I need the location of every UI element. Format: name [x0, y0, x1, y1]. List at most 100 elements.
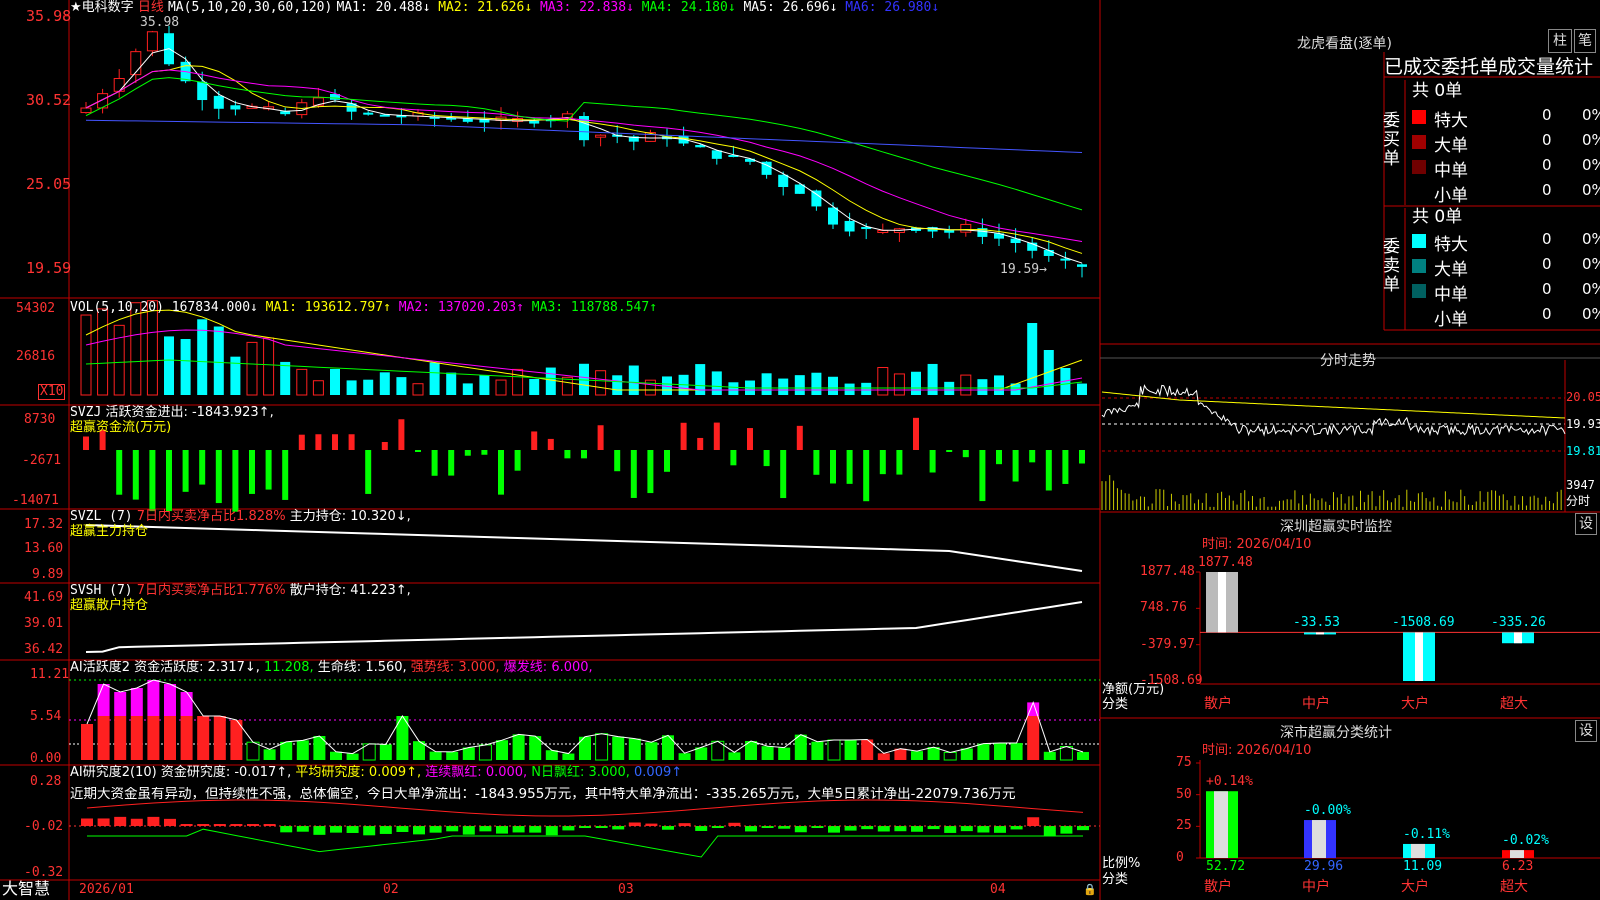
candle-down: [213, 95, 224, 109]
activity-bar-green: [379, 744, 392, 760]
svzl-axis-mid: 13.60: [24, 541, 64, 556]
flow-bar: [597, 425, 604, 450]
legend-swatch: [1412, 160, 1426, 174]
lhb-row-特大[interactable]: 特大 0 0%: [1412, 106, 1600, 131]
flow-bar: [664, 450, 670, 472]
sz-monitor-settings-button[interactable]: 设: [1575, 513, 1597, 535]
monitor-bar-shine: [1415, 632, 1423, 681]
vol-bar-down: [794, 375, 805, 395]
pen-mode-button[interactable]: 笔: [1574, 29, 1596, 53]
activity-bar-burst: [130, 688, 143, 716]
flow-bar: [1045, 450, 1052, 491]
period-label[interactable]: 日线: [138, 0, 164, 15]
research-bar: [994, 826, 1006, 833]
vol-bar-down: [828, 376, 838, 395]
monitor-cat-0: 散户: [1204, 696, 1232, 712]
candle-up: [960, 223, 972, 233]
flow-bar: [315, 434, 322, 450]
flow-bar: [132, 450, 139, 500]
research-bar: [164, 818, 176, 826]
ma-items-item-2: MA3: 22.838↓: [532, 0, 634, 15]
vol-bar-down: [180, 339, 191, 395]
lhb-row-小单[interactable]: 小单 0 0%: [1412, 305, 1600, 330]
lhb-row-中单[interactable]: 中单 0 0%: [1412, 280, 1600, 305]
monitor-axis-label-3: -1508.69: [1140, 673, 1203, 688]
vol-unit-badge[interactable]: X10: [38, 384, 66, 400]
svzl-header: SVZL (7) 7日内买卖净占比1.828% 主力持仓: 10.320↓,: [70, 510, 411, 524]
legend-swatch: [1412, 234, 1426, 248]
flow-bar: [381, 441, 388, 450]
lhb-row-label: 大单: [1434, 260, 1468, 280]
svzl-axis-bot: 9.89: [32, 567, 64, 582]
sz-class-settings-button[interactable]: 设: [1575, 720, 1597, 742]
ai2-comment: 近期大资金虽有异动，但持续性不强，总体偏空，今日大单净流出：-1843.955万…: [70, 787, 1016, 801]
lhb-tabs[interactable]: 已成交委托单成交量统计: [1384, 56, 1598, 78]
lhb-row-pct: 0%: [1582, 156, 1600, 174]
research-bar: [479, 826, 492, 832]
lhb-row-pct: 0%: [1582, 230, 1600, 248]
lhb-row-特大[interactable]: 特大 0 0%: [1412, 230, 1600, 255]
activity-bar-burst: [180, 692, 193, 716]
research-bar: [97, 818, 110, 826]
flow-bar: [282, 450, 289, 500]
monitor-cat-3: 超大: [1500, 696, 1528, 712]
vol-bar-down: [479, 375, 490, 395]
lock-icon[interactable]: 🔒: [1083, 883, 1097, 897]
flow-bar: [581, 450, 587, 459]
activity-bar-red: [164, 716, 176, 760]
intraday-axis-top: 20.05: [1566, 390, 1600, 404]
lhb-row-中单[interactable]: 中单 0 0%: [1412, 156, 1600, 181]
research-bar: [662, 826, 674, 830]
vol-bar-up: [960, 374, 972, 396]
activity-bar-red: [97, 716, 110, 760]
svzj-value: 活跃资金进出: -1843.923↑,: [105, 405, 274, 420]
sz-class-unit: 比例%: [1102, 856, 1141, 871]
activity-bar-green: [446, 751, 459, 760]
research-bar: [761, 826, 774, 828]
activity-bar-hollow: [1059, 746, 1073, 761]
vol-header: VOL(5,10,20) 167834.000↓ MA1: 193612.797…: [70, 301, 657, 315]
lhb-row-大单[interactable]: 大单 0 0%: [1412, 131, 1600, 156]
lhb-row-label: 小单: [1434, 186, 1468, 206]
research-bar: [81, 818, 93, 826]
class-bar-shine: [1214, 791, 1228, 858]
legend-swatch: [1412, 110, 1426, 124]
flow-bar: [249, 450, 255, 494]
lhb-row-小单[interactable]: 小单 0 0%: [1412, 181, 1600, 206]
activity-bar-green: [429, 751, 442, 760]
vol-bar-down: [728, 382, 739, 395]
activity-bar-green: [296, 740, 309, 760]
flow-bar: [630, 450, 637, 498]
star-icon[interactable]: ★: [70, 0, 82, 15]
class-axis-label-2: 25: [1176, 818, 1192, 834]
sz-class-unit2: 分类: [1102, 872, 1129, 887]
activity-bar-red: [130, 716, 143, 760]
vol-bar-down: [545, 367, 556, 395]
ma-items-item-4: MA5: 26.696↓: [735, 0, 838, 15]
flow-bar: [415, 450, 421, 452]
research-bar: [130, 818, 143, 826]
flow-bar: [713, 422, 720, 450]
research-bar: [1060, 826, 1073, 834]
vol-bar-up: [296, 368, 308, 396]
lhb-row-pct: 0%: [1582, 305, 1600, 323]
vol-bar-down: [761, 373, 772, 395]
flow-bar: [780, 450, 787, 499]
flow-bar: [531, 431, 538, 450]
lhb-row-大单[interactable]: 大单 0 0%: [1412, 255, 1600, 280]
activity-bar-green: [761, 746, 774, 760]
vol-bar-down: [861, 382, 872, 395]
activity-bar-red: [81, 724, 93, 760]
price-axis-tick-2: 25.05: [26, 175, 72, 193]
vol-bar-down: [778, 378, 789, 395]
low-price-label: 19.59→: [1000, 262, 1047, 277]
flow-bar: [830, 450, 836, 484]
research-bar: [529, 826, 542, 833]
monitor-bar-shine: [1514, 632, 1522, 644]
vol-bar-down: [446, 372, 457, 395]
legend-swatch: [1412, 135, 1426, 149]
research-red-line: [86, 799, 1084, 817]
class-axis-label-1: 50: [1176, 786, 1192, 802]
vol-bar-down: [628, 365, 639, 395]
bar-mode-button[interactable]: 柱: [1548, 29, 1572, 53]
